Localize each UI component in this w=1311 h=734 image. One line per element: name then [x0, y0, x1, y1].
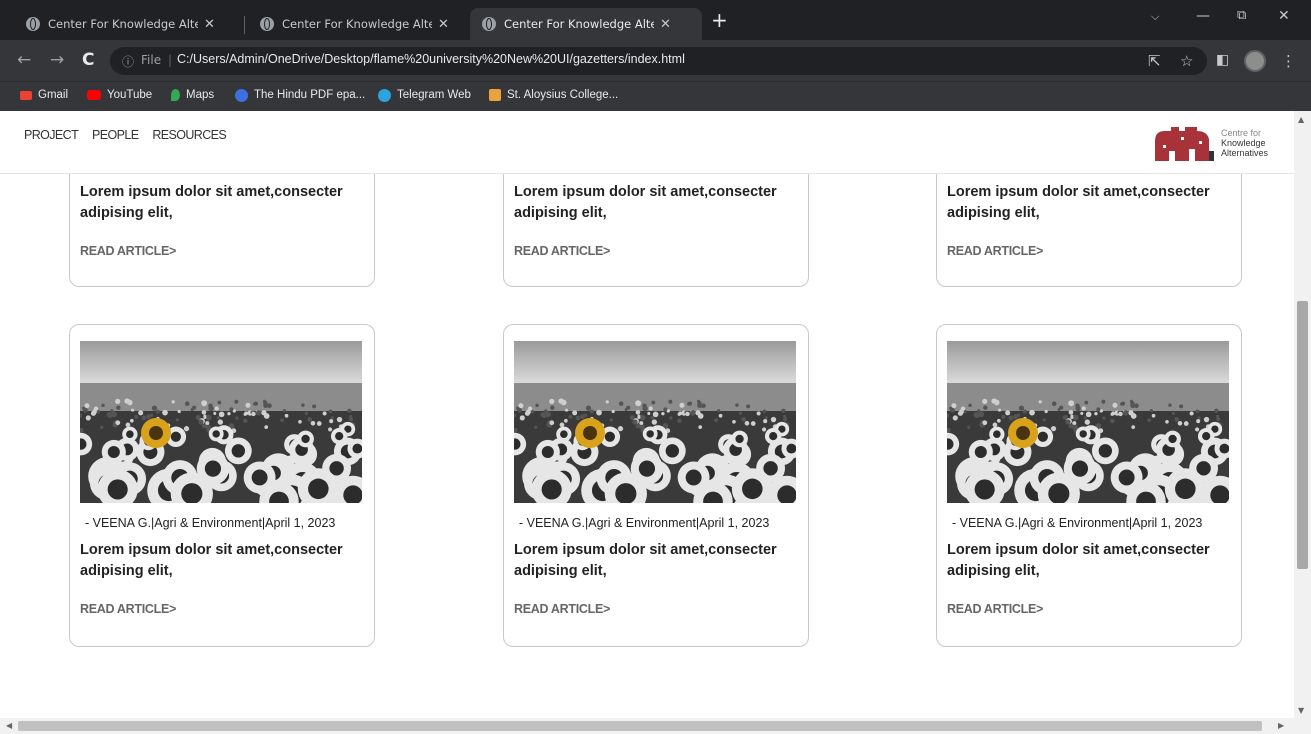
read-article-link[interactable]: READ ARTICLE>: [947, 244, 1043, 258]
url-text[interactable]: C:/Users/Admin/OneDrive/Desktop/flame%20…: [177, 52, 685, 66]
bookmark-label: St. Aloysius College...: [507, 89, 619, 101]
new-tab-button[interactable]: +: [711, 10, 728, 30]
logo-line-1: Centre for: [1221, 128, 1262, 138]
bookmark-hindu[interactable]: The Hindu PDF epa...: [235, 86, 365, 104]
logo-text: Centre for Knowledge Alternatives: [1221, 128, 1268, 158]
sunflower-field-image: [80, 341, 362, 503]
article-card[interactable]: - VEENA G.|Agri & Environment|April 1, 2…: [936, 324, 1242, 647]
article-excerpt: Lorem ipsum dolor sit amet,consecter adi…: [514, 184, 777, 221]
article-excerpt: Lorem ipsum dolor sit amet,consecter adi…: [514, 542, 777, 579]
vertical-scrollbar-thumb[interactable]: [1297, 301, 1308, 569]
article-card[interactable]: - VEENA G.|Agri & Environment|April 1, 2…: [69, 324, 375, 647]
forward-button[interactable]: →: [50, 50, 64, 70]
youtube-icon: [87, 90, 101, 100]
tab-title: Center For Knowledge Alternative: [48, 17, 198, 31]
bookmark-label: The Hindu PDF epa...: [254, 89, 366, 101]
bookmark-maps[interactable]: Maps: [171, 86, 214, 104]
tab-separator: [244, 16, 245, 34]
college-icon: [489, 89, 501, 101]
bookmark-label: Telegram Web: [397, 89, 471, 101]
page-viewport: PROJECT PEOPLE RESOURCES Centre for Know…: [0, 111, 1294, 718]
scroll-left-icon[interactable]: ◀: [6, 721, 12, 730]
bookmark-label: Maps: [186, 89, 215, 101]
article-excerpt: Lorem ipsum dolor sit amet,consecter adi…: [947, 184, 1210, 221]
profile-avatar[interactable]: [1244, 50, 1266, 72]
scroll-right-icon[interactable]: ▶: [1278, 721, 1284, 730]
article-byline: - VEENA G.|Agri & Environment|April 1, 2…: [519, 516, 770, 530]
article-card[interactable]: - VEENA G.|Agri & Environment|April 1, 2…: [503, 324, 809, 647]
read-article-link[interactable]: READ ARTICLE>: [80, 244, 176, 258]
horizontal-scrollbar-thumb[interactable]: [18, 721, 1262, 731]
back-button[interactable]: ←: [17, 50, 31, 70]
bookmark-youtube[interactable]: YouTube: [87, 86, 152, 104]
site-info-icon[interactable]: ⓘ: [122, 53, 134, 70]
gmail-icon: [20, 90, 32, 100]
close-window-icon[interactable]: ✕: [1278, 8, 1290, 24]
article-excerpt: Lorem ipsum dolor sit amet,consecter adi…: [947, 542, 1210, 579]
hindu-icon: [235, 88, 248, 102]
maps-icon: [171, 89, 180, 101]
close-tab-icon[interactable]: ✕: [438, 17, 449, 32]
nav-project[interactable]: PROJECT: [24, 128, 79, 142]
reload-button[interactable]: C: [82, 50, 94, 70]
minimize-icon[interactable]: —: [1196, 8, 1210, 24]
cka-logo-icon[interactable]: [1151, 125, 1215, 161]
article-byline: - VEENA G.|Agri & Environment|April 1, 2…: [952, 516, 1203, 530]
article-byline: - VEENA G.|Agri & Environment|April 1, 2…: [85, 516, 336, 530]
close-tab-icon[interactable]: ✕: [660, 17, 671, 32]
bookmark-telegram[interactable]: Telegram Web: [378, 86, 471, 104]
share-icon[interactable]: ⇱: [1148, 52, 1161, 70]
logo-line-2: Knowledge: [1221, 138, 1266, 148]
globe-icon: [482, 17, 496, 31]
sunflower-field-image: [947, 341, 1229, 503]
scroll-up-icon[interactable]: ▲: [1298, 115, 1304, 124]
scroll-down-icon[interactable]: ▼: [1298, 706, 1304, 715]
site-header: PROJECT PEOPLE RESOURCES Centre for Know…: [0, 111, 1294, 174]
site-nav: PROJECT PEOPLE RESOURCES: [24, 128, 237, 142]
bookmark-college[interactable]: St. Aloysius College...: [489, 86, 618, 104]
globe-icon: [26, 17, 40, 31]
bookmark-label: YouTube: [107, 89, 153, 101]
logo-line-3: Alternatives: [1221, 148, 1269, 158]
telegram-icon: [378, 88, 391, 102]
tab-search-icon[interactable]: ⌵: [1151, 10, 1159, 24]
browser-tab-active[interactable]: Center For Knowledge Alternative ✕: [470, 8, 702, 40]
read-article-link[interactable]: READ ARTICLE>: [514, 602, 610, 616]
tab-title: Center For Knowledge Alternative: [282, 17, 432, 31]
article-excerpt: Lorem ipsum dolor sit amet,consecter adi…: [80, 542, 343, 579]
restore-icon[interactable]: ⧉: [1237, 8, 1246, 23]
read-article-link[interactable]: READ ARTICLE>: [947, 602, 1043, 616]
side-panel-icon[interactable]: ◧: [1216, 52, 1229, 68]
sunflower-field-image: [514, 341, 796, 503]
nav-people[interactable]: PEOPLE: [92, 128, 139, 142]
bookmark-label: Gmail: [38, 89, 69, 101]
bookmark-star-icon[interactable]: ☆: [1180, 52, 1193, 70]
menu-icon[interactable]: ⋮: [1281, 52, 1296, 70]
nav-resources[interactable]: RESOURCES: [152, 128, 226, 142]
tab-title: Center For Knowledge Alternative: [504, 17, 654, 31]
browser-tab[interactable]: Center For Knowledge Alternative ✕: [248, 8, 468, 40]
article-excerpt: Lorem ipsum dolor sit amet,consecter adi…: [80, 184, 343, 221]
read-article-link[interactable]: READ ARTICLE>: [80, 602, 176, 616]
bookmark-gmail[interactable]: Gmail: [20, 86, 68, 104]
scheme-label: File: [141, 53, 162, 67]
globe-icon: [260, 17, 274, 31]
read-article-link[interactable]: READ ARTICLE>: [514, 244, 610, 258]
close-tab-icon[interactable]: ✕: [204, 17, 215, 32]
omnibox-divider: |: [168, 53, 173, 67]
browser-tab[interactable]: Center For Knowledge Alternative ✕: [14, 8, 240, 40]
